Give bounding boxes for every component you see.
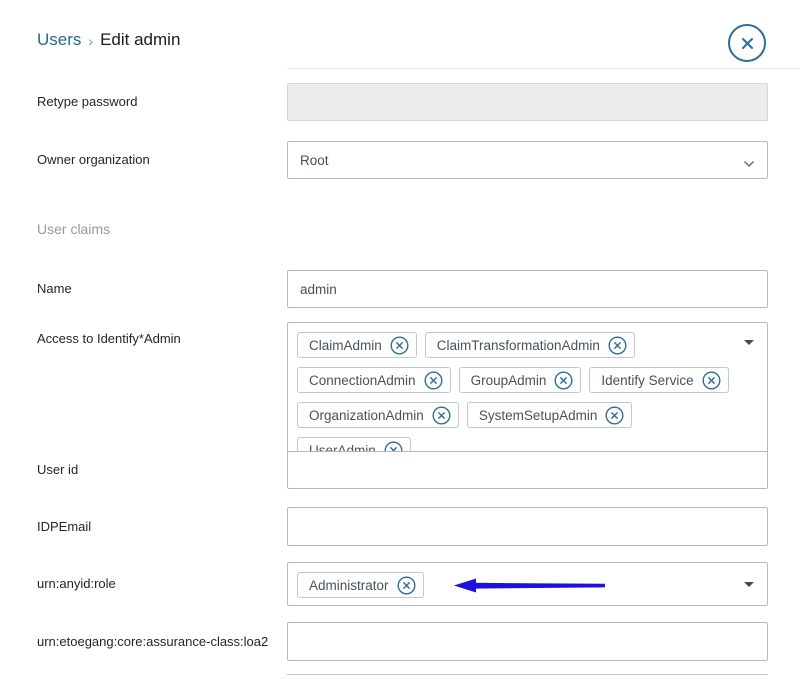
close-icon	[740, 36, 755, 51]
retype-password-row: Retype password	[0, 83, 800, 121]
chip-remove-icon[interactable]	[390, 336, 409, 355]
idp-email-label: IDPEmail	[37, 507, 91, 546]
name-row: Name	[0, 270, 800, 308]
chip: Administrator	[297, 572, 424, 598]
chip: OrganizationAdmin	[297, 402, 459, 428]
loa2-row: urn:etoegang:core:assurance-class:loa2	[0, 622, 800, 661]
chip-remove-icon[interactable]	[554, 371, 573, 390]
name-label: Name	[37, 270, 72, 308]
idp-email-row: IDPEmail	[0, 507, 800, 546]
close-button[interactable]	[728, 24, 766, 62]
owner-organization-select[interactable]: Root	[287, 141, 768, 179]
access-row: Access to Identify*Admin ClaimAdmin Claim…	[0, 322, 800, 434]
chip-remove-icon[interactable]	[702, 371, 721, 390]
chip-label: ClaimAdmin	[309, 338, 382, 353]
chip-remove-icon[interactable]	[608, 336, 627, 355]
caret-down-icon[interactable]	[744, 582, 754, 587]
chip-label: Administrator	[309, 578, 389, 593]
header-divider	[287, 68, 800, 69]
chip-label: Identify Service	[601, 373, 693, 388]
chip: ClaimTransformationAdmin	[425, 332, 635, 358]
role-row: urn:anyid:role Administrator	[0, 562, 800, 606]
chip: ConnectionAdmin	[297, 367, 451, 393]
breadcrumb-separator: ›	[88, 32, 93, 49]
loa2-label: urn:etoegang:core:assurance-class:loa2	[37, 622, 268, 661]
user-id-input[interactable]	[287, 451, 768, 489]
edit-admin-form: Users › Edit admin Retype password Owner…	[0, 0, 800, 679]
owner-organization-row: Owner organization Root	[0, 141, 800, 179]
page-title: Edit admin	[100, 30, 180, 50]
role-multiselect[interactable]: Administrator	[287, 562, 768, 606]
breadcrumb-users-link[interactable]: Users	[37, 30, 81, 50]
chip-label: GroupAdmin	[471, 373, 547, 388]
user-id-row: User id	[0, 451, 800, 489]
idp-email-input[interactable]	[287, 507, 768, 546]
chip-remove-icon[interactable]	[424, 371, 443, 390]
chip-label: SystemSetupAdmin	[479, 408, 598, 423]
access-label: Access to Identify*Admin	[37, 322, 181, 356]
chip-remove-icon[interactable]	[605, 406, 624, 425]
owner-organization-value: Root	[300, 153, 329, 168]
role-label: urn:anyid:role	[37, 562, 116, 606]
chip-label: ConnectionAdmin	[309, 373, 416, 388]
user-claims-heading: User claims	[37, 221, 110, 237]
breadcrumb: Users › Edit admin	[37, 30, 180, 50]
chevron-down-icon	[743, 156, 755, 171]
chip-label: OrganizationAdmin	[309, 408, 424, 423]
chip: Identify Service	[589, 367, 728, 393]
retype-password-input[interactable]	[287, 83, 768, 121]
caret-down-icon[interactable]	[744, 340, 754, 345]
name-input[interactable]	[287, 270, 768, 308]
owner-organization-label: Owner organization	[37, 141, 150, 179]
loa2-input[interactable]	[287, 622, 768, 661]
chip-remove-icon[interactable]	[432, 406, 451, 425]
retype-password-label: Retype password	[37, 83, 137, 121]
chip-label: ClaimTransformationAdmin	[437, 338, 600, 353]
chip-remove-icon[interactable]	[397, 576, 416, 595]
chip: SystemSetupAdmin	[467, 402, 633, 428]
chip: GroupAdmin	[459, 367, 582, 393]
chip: ClaimAdmin	[297, 332, 417, 358]
next-field-partial	[287, 674, 768, 675]
user-id-label: User id	[37, 451, 78, 489]
